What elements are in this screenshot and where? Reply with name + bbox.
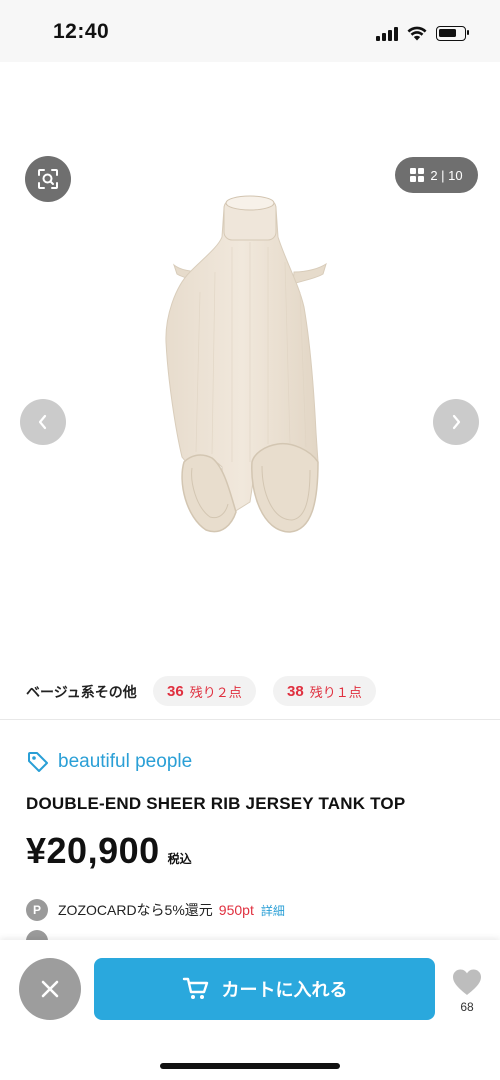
- product-image-gallery[interactable]: 2 | 10: [0, 62, 500, 662]
- image-counter-button[interactable]: 2 | 10: [395, 157, 478, 193]
- point-icon: P: [26, 899, 48, 921]
- home-indicator: [160, 1063, 340, 1069]
- cart-icon: [182, 977, 208, 999]
- size-label: 36: [167, 682, 184, 700]
- wifi-icon: [407, 26, 427, 40]
- zozocard-text: ZOZOCARDなら5%還元: [58, 902, 213, 918]
- grid-icon: [410, 168, 425, 182]
- previous-image-button[interactable]: [20, 399, 66, 445]
- size-label: 38: [287, 682, 304, 700]
- add-to-cart-button[interactable]: カートに入れる: [94, 958, 435, 1020]
- points-value: 950pt: [218, 902, 254, 918]
- status-time: 12:40: [53, 20, 110, 43]
- image-search-icon: [38, 169, 58, 189]
- add-to-cart-label: カートに入れる: [221, 980, 348, 1000]
- price: ¥20,900: [26, 830, 160, 871]
- price-row: ¥20,900 税込: [26, 830, 192, 872]
- stock-label: 残り１点: [309, 684, 362, 700]
- zozocard-point-row: P ZOZOCARDなら5%還元 950pt 詳細: [26, 899, 285, 921]
- close-button[interactable]: [19, 958, 81, 1020]
- close-icon: [41, 980, 59, 998]
- bottom-action-bar: カートに入れる 68: [0, 940, 500, 1080]
- brand-name: beautiful people: [58, 751, 193, 772]
- battery-icon: [436, 25, 469, 41]
- status-bar: 12:40: [0, 0, 500, 62]
- image-search-button[interactable]: [25, 156, 71, 202]
- stock-label: 残り２点: [189, 684, 242, 700]
- heart-icon: [453, 969, 481, 995]
- product-image: [165, 195, 327, 533]
- chevron-right-icon: [452, 414, 461, 430]
- cellular-signal-icon: [376, 25, 398, 41]
- size-chip-36[interactable]: 36 残り２点: [153, 676, 256, 706]
- color-name: ベージュ系その他: [26, 684, 137, 700]
- tag-icon: [28, 752, 48, 772]
- next-image-button[interactable]: [433, 399, 479, 445]
- detail-link[interactable]: 詳細: [261, 902, 285, 919]
- image-counter-text: 2 | 10: [430, 167, 463, 183]
- size-chip-38[interactable]: 38 残り１点: [273, 676, 376, 706]
- product-name: DOUBLE-END SHEER RIB JERSEY TANK TOP: [26, 794, 406, 813]
- brand-link[interactable]: beautiful people: [26, 750, 192, 774]
- status-icons: [376, 23, 469, 43]
- favorite-button[interactable]: 68: [447, 968, 487, 1014]
- chevron-left-icon: [38, 414, 47, 430]
- tax-label: 税込: [167, 852, 192, 866]
- color-size-row: ベージュ系その他 36 残り２点 38 残り１点: [0, 674, 500, 708]
- favorite-count: 68: [460, 1000, 474, 1014]
- divider: [0, 719, 500, 720]
